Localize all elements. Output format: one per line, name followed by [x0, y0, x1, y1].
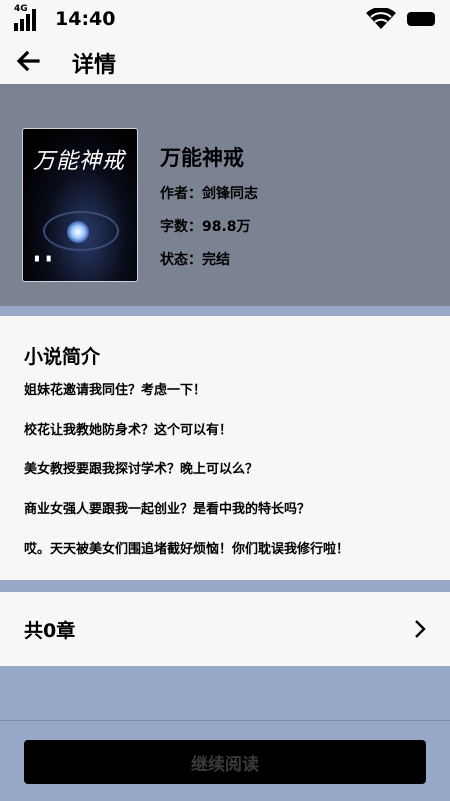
cover-mark: ▘▝ — [35, 257, 51, 268]
nav-bar: 详情 — [0, 38, 450, 84]
intro-line: 校花让我教她防身术？这个可以有！ — [24, 423, 233, 438]
network-type: 4G — [14, 4, 28, 14]
intro-line: 哎。天天被美女们围追堵截好烦恼！你们耽误我修行啦！ — [24, 542, 350, 557]
page-title: 详情 — [72, 53, 117, 78]
battery-icon — [407, 12, 435, 26]
continue-reading-button[interactable]: 继续阅读 — [24, 740, 426, 784]
intro-line: 姐妹花邀请我同住？考虑一下！ — [24, 383, 207, 398]
status-time: 14:40 — [55, 8, 116, 30]
status-bar: 4G 14:40 — [0, 0, 450, 38]
chapter-count: 共0章 — [24, 620, 76, 642]
cover-title: 万能神戒 — [33, 149, 126, 174]
signal-bar — [26, 14, 30, 31]
arrow-left-icon[interactable] — [14, 48, 42, 74]
intro-line: 商业女强人要跟我一起创业？是看中我的特长吗？ — [24, 502, 311, 517]
intro-heading: 小说简介 — [24, 346, 101, 368]
book-word-count: 字数：98.8万 — [160, 219, 251, 235]
wifi-icon — [366, 8, 396, 29]
intro-line: 美女教授要跟我探讨学术？晚上可以么？ — [24, 462, 259, 477]
book-header: 万能神戒 ▘▝ 万能神戒 作者：剑锋同志 字数：98.8万 状态：完结 — [0, 84, 450, 306]
signal-bar — [32, 9, 36, 31]
intro-section: 小说简介 姐妹花邀请我同住？考虑一下！ 校花让我教她防身术？这个可以有！ 美女教… — [0, 316, 450, 580]
book-status: 状态：完结 — [160, 252, 230, 268]
cover-gem-art — [67, 221, 89, 243]
signal-icon: 4G — [14, 4, 42, 31]
book-title: 万能神戒 — [160, 146, 244, 170]
bottom-bar: 继续阅读 — [0, 720, 450, 801]
chevron-right-icon — [415, 620, 426, 638]
book-author: 作者：剑锋同志 — [160, 186, 258, 202]
book-cover[interactable]: 万能神戒 ▘▝ — [22, 128, 138, 282]
signal-bar — [14, 23, 18, 31]
chapter-list-row[interactable]: 共0章 — [0, 592, 450, 666]
signal-bar — [20, 19, 24, 31]
